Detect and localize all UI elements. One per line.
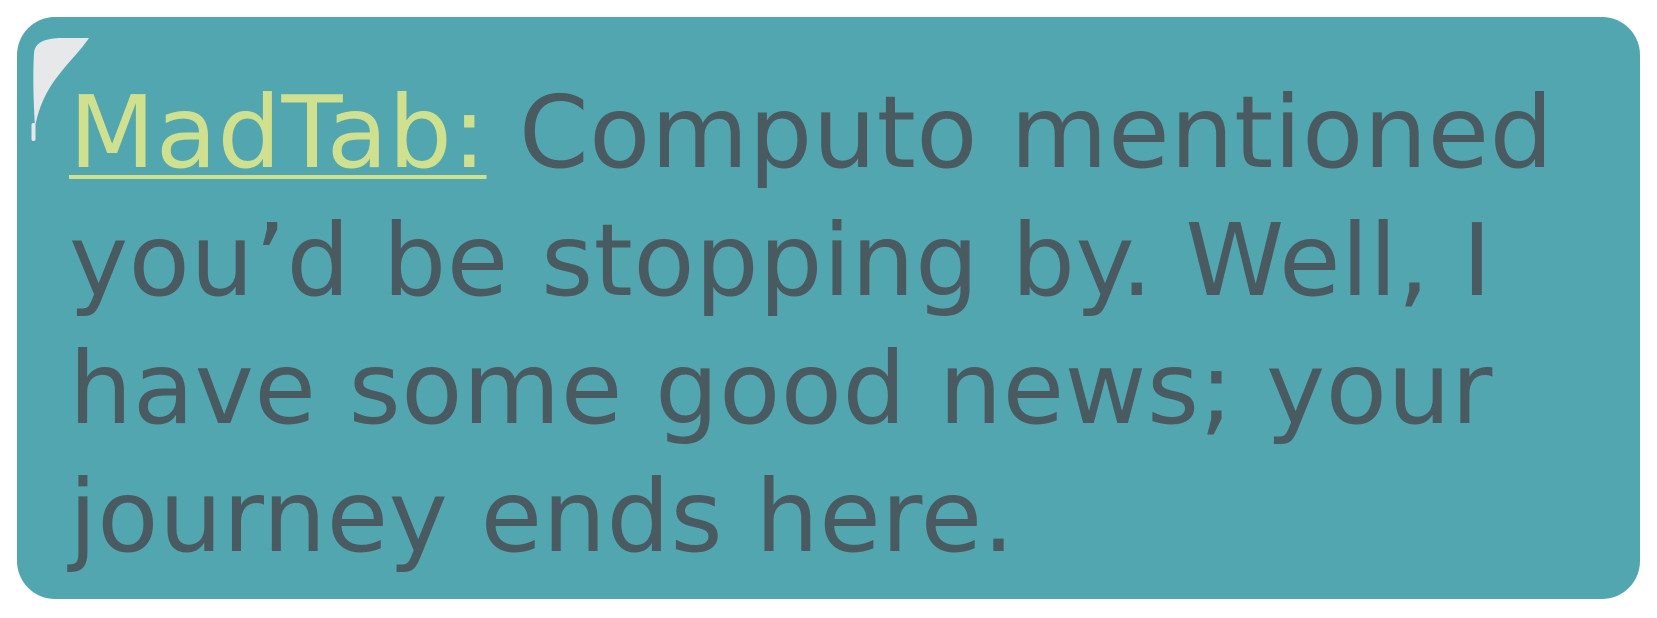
- speaker-name: MadTab:: [69, 74, 487, 191]
- dialog-box[interactable]: MadTab: Computo mentioned you’d be stopp…: [17, 17, 1640, 599]
- dialog-text: MadTab: Computo mentioned you’d be stopp…: [69, 69, 1609, 581]
